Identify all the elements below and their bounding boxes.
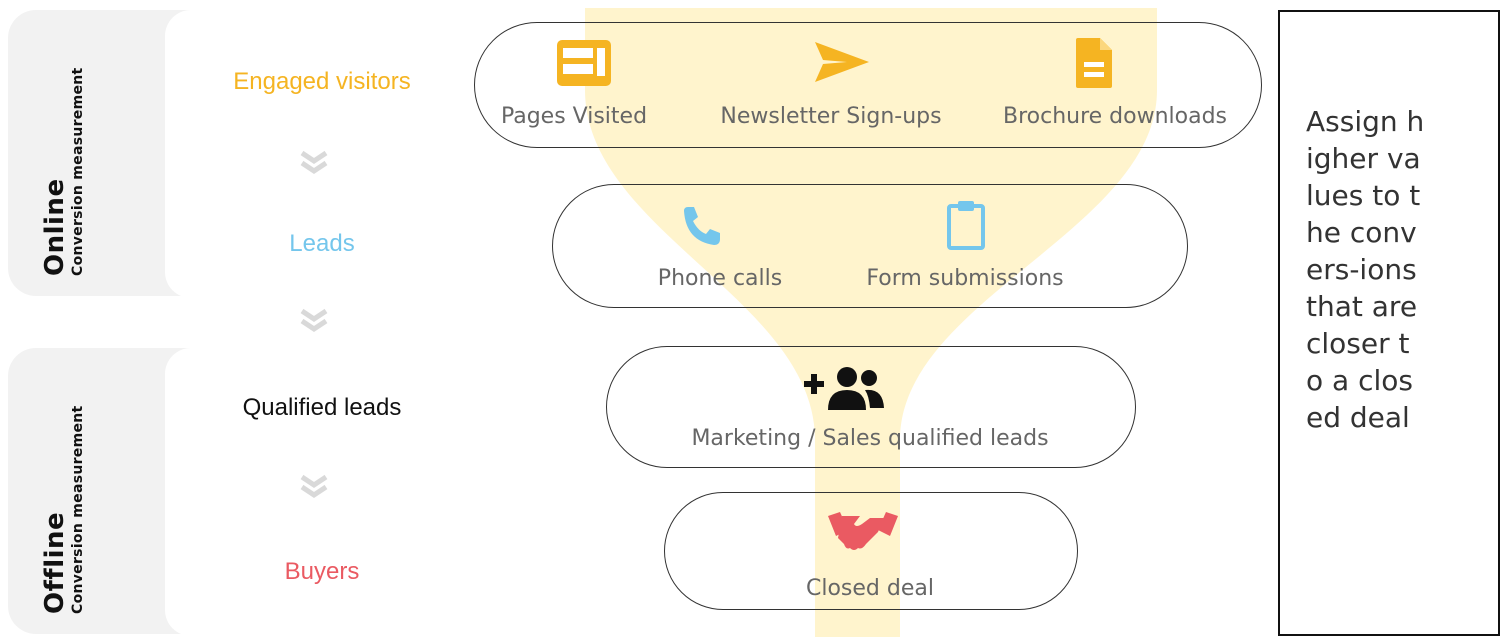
stage-leads: Leads (289, 230, 355, 257)
note-text: Assign higher values to the convers-ions… (1306, 105, 1425, 434)
phone-icon (684, 207, 720, 245)
stage-engaged-visitors: Engaged visitors (233, 68, 411, 95)
marketing-sales-qualified-leads-label: Marketing / Sales qualified leads (691, 426, 1049, 451)
form-submissions-label: Form submissions (866, 266, 1064, 291)
offline-section-title: Offline Conversion measurement (40, 405, 86, 614)
handshake-icon (828, 512, 898, 550)
chevron-down-icon (300, 150, 328, 175)
document-icon (1076, 38, 1112, 88)
pages-visited-label: Pages Visited (500, 104, 648, 129)
add-group-icon (804, 367, 884, 410)
chevron-down-icon (300, 308, 328, 333)
note-box: Assign higher values to the convers-ions… (1278, 10, 1500, 636)
closed-deal-label: Closed deal (806, 576, 934, 601)
online-section-title: Online Conversion measurement (40, 67, 86, 276)
clipboard-icon (947, 201, 985, 250)
layout-icon (557, 40, 611, 86)
stage-buyers: Buyers (284, 558, 360, 585)
offline-title: Offline (40, 511, 70, 614)
online-subtitle: Conversion measurement (70, 67, 86, 276)
online-title: Online (40, 178, 70, 276)
stage-qualified-leads: Qualified leads (242, 394, 402, 421)
offline-subtitle: Conversion measurement (70, 405, 86, 614)
phone-calls-label: Phone calls (657, 266, 783, 291)
send-icon (815, 42, 869, 82)
brochure-downloads-label: Brochure downloads (1002, 104, 1228, 129)
chevron-down-icon (300, 474, 328, 499)
newsletter-signups-label: Newsletter Sign-ups (720, 104, 942, 129)
